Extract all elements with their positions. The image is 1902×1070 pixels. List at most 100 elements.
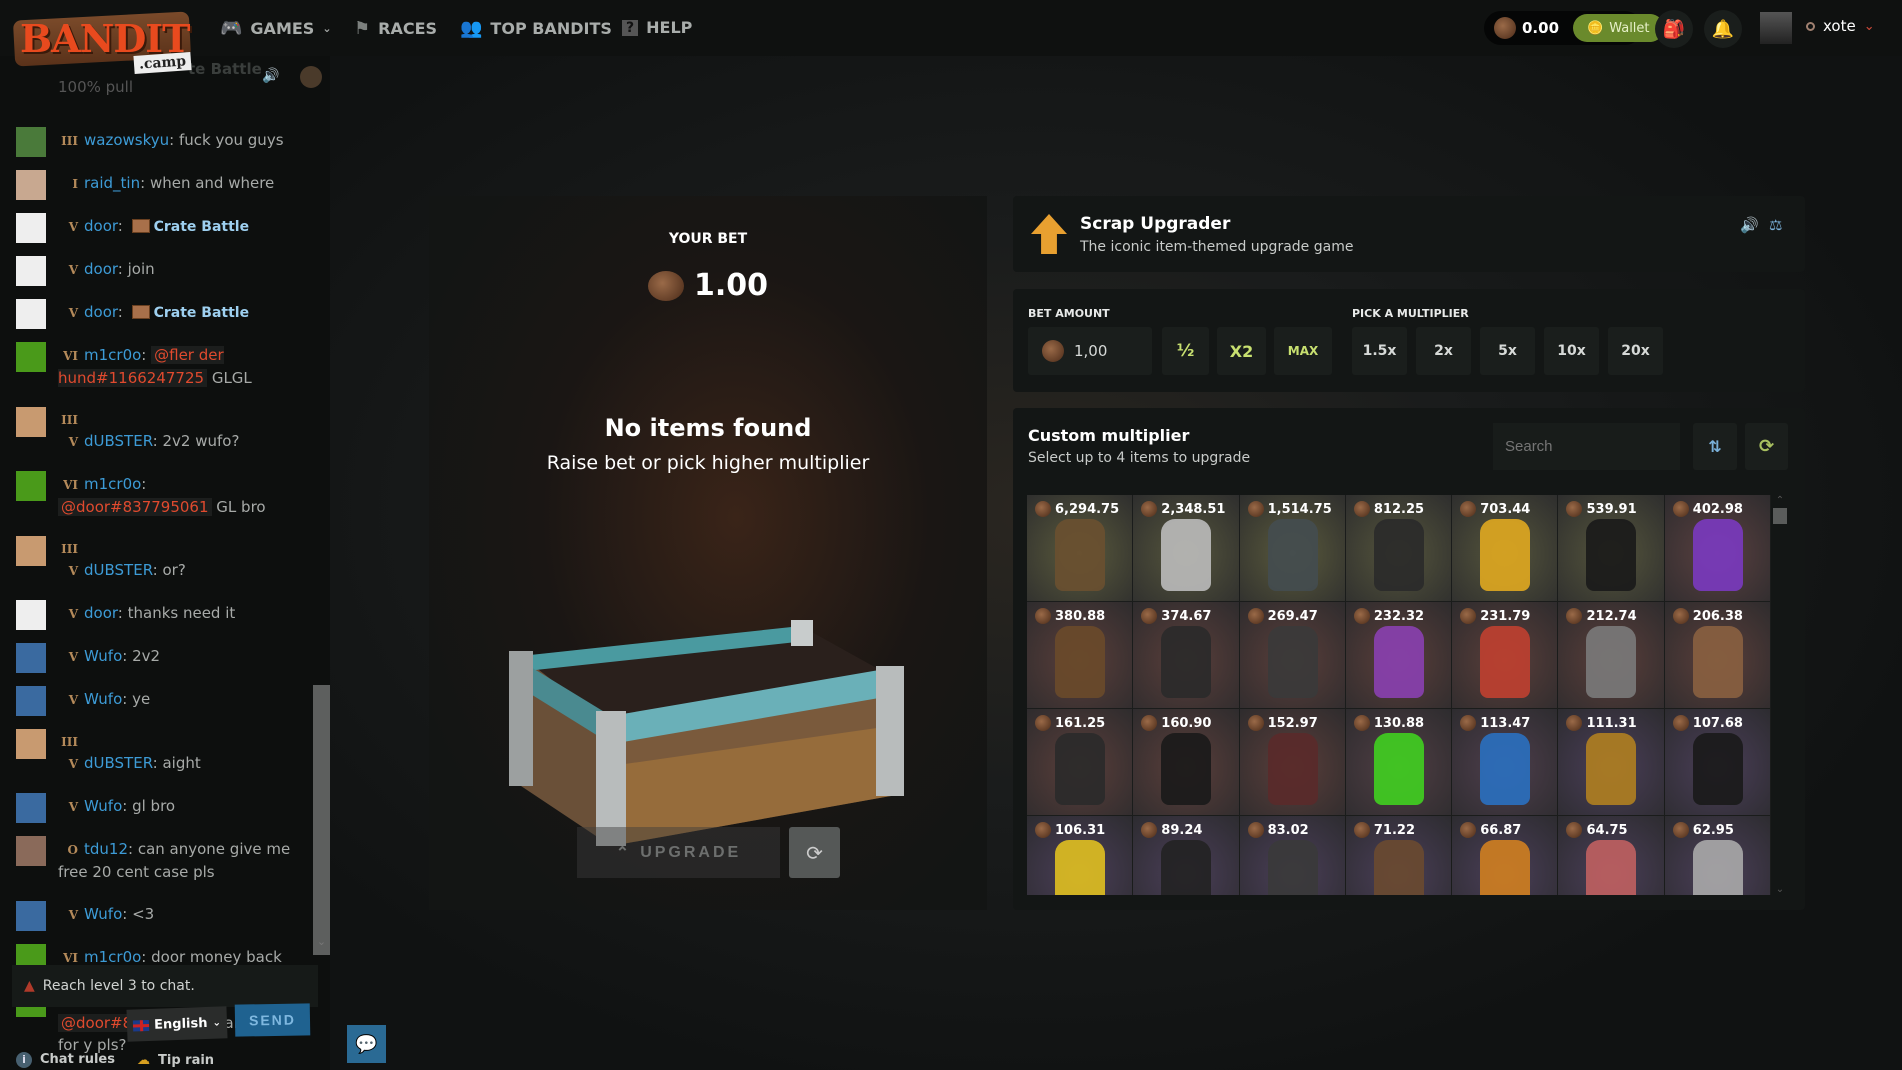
item-tile[interactable]: 206.38 xyxy=(1664,602,1771,708)
item-tile[interactable]: 231.79 xyxy=(1452,602,1558,708)
avatar[interactable] xyxy=(16,256,46,286)
scroll-thumb[interactable] xyxy=(1773,508,1787,524)
nav-help[interactable]: ? HELP xyxy=(622,18,692,37)
chevron-up-icon[interactable]: ⌃ xyxy=(1773,495,1787,506)
username[interactable]: dUBSTER xyxy=(84,432,153,450)
item-tile[interactable]: 71.22 xyxy=(1345,816,1452,895)
wallet-button[interactable]: 🪙 Wallet xyxy=(1573,14,1664,42)
item-tile[interactable]: 66.87 xyxy=(1452,816,1558,895)
username[interactable]: Wufo xyxy=(84,647,122,665)
username[interactable]: m1cr0o xyxy=(84,346,141,364)
sound-icon[interactable]: 🔊 xyxy=(262,68,279,84)
inventory-button[interactable]: 🎒 xyxy=(1655,10,1693,48)
username[interactable]: tdu12 xyxy=(84,840,128,858)
item-tile[interactable]: 113.47 xyxy=(1452,709,1558,815)
item-tile[interactable]: 152.97 xyxy=(1239,709,1345,815)
item-tile[interactable]: 83.02 xyxy=(1239,816,1345,895)
bet-amount-input[interactable]: 1,00 xyxy=(1028,327,1152,375)
username[interactable]: Wufo xyxy=(84,690,122,708)
item-tile[interactable]: 160.90 xyxy=(1133,709,1239,815)
avatar[interactable] xyxy=(1760,12,1792,44)
bandit-camp-logo[interactable]: BANDIT .camp xyxy=(12,10,194,80)
item-tile[interactable]: 212.74 xyxy=(1558,602,1664,708)
item-tile[interactable]: 232.32 xyxy=(1345,602,1452,708)
fairness-scale-icon[interactable]: ⚖ xyxy=(1769,216,1782,234)
username[interactable]: dUBSTER xyxy=(84,561,153,579)
avatar[interactable] xyxy=(16,342,46,372)
avatar[interactable] xyxy=(16,901,46,931)
language-select[interactable]: English ⌄ xyxy=(126,1006,228,1042)
username[interactable]: m1cr0o xyxy=(84,948,141,966)
avatar[interactable] xyxy=(16,407,46,437)
nav-top-bandits[interactable]: 👥 TOP BANDITS xyxy=(460,18,612,39)
nav-races[interactable]: ⚑ RACES xyxy=(354,18,437,39)
item-tile[interactable]: 1,514.75 xyxy=(1239,495,1345,601)
username[interactable]: m1cr0o xyxy=(84,475,141,493)
username[interactable]: Wufo xyxy=(84,797,122,815)
item-tile[interactable]: 130.88 xyxy=(1345,709,1452,815)
item-tile[interactable]: 812.25 xyxy=(1345,495,1452,601)
avatar[interactable] xyxy=(16,536,46,566)
half-bet-button[interactable]: ½ xyxy=(1162,327,1209,375)
chat-scrollbar[interactable] xyxy=(313,685,330,955)
username[interactable]: door xyxy=(84,303,118,321)
tip-rain-link[interactable]: ☁ Tip rain xyxy=(137,1053,214,1068)
avatar[interactable] xyxy=(16,299,46,329)
reset-button[interactable]: ⟳ xyxy=(789,827,840,878)
username[interactable]: door xyxy=(84,260,118,278)
item-grid-scrollbar[interactable]: ⌃ ⌄ xyxy=(1773,495,1787,895)
user-menu[interactable]: xote ⌄ xyxy=(1806,17,1875,35)
username[interactable]: door xyxy=(84,217,118,235)
chat-rules-link[interactable]: i Chat rules xyxy=(16,1052,115,1068)
avatar[interactable] xyxy=(16,686,46,716)
username[interactable]: dUBSTER xyxy=(84,754,153,772)
chevron-down-icon[interactable]: ⌄ xyxy=(313,935,330,955)
avatar[interactable] xyxy=(16,170,46,200)
upgrade-button[interactable]: ⌃ UPGRADE xyxy=(577,827,780,878)
close-icon[interactable] xyxy=(300,66,322,88)
item-tile[interactable]: 106.31 xyxy=(1027,816,1133,895)
item-tile[interactable]: 2,348.51 xyxy=(1133,495,1239,601)
mention[interactable]: @fler der hund#1166247725 xyxy=(58,346,224,387)
avatar[interactable] xyxy=(16,213,46,243)
crate-battle-link[interactable]: Crate Battle xyxy=(154,305,249,321)
avatar[interactable] xyxy=(16,836,46,866)
username[interactable]: wazowskyu xyxy=(84,131,169,149)
multiplier-button[interactable]: 1.5x xyxy=(1352,327,1407,375)
refresh-items-button[interactable]: ⟳ xyxy=(1745,423,1788,470)
mention[interactable]: @door#837795061 xyxy=(58,498,212,516)
item-tile[interactable]: 703.44 xyxy=(1452,495,1558,601)
avatar[interactable] xyxy=(16,643,46,673)
chat-toggle-button[interactable]: 💬 xyxy=(347,1025,386,1063)
username[interactable]: Wufo xyxy=(84,905,122,923)
avatar[interactable] xyxy=(16,127,46,157)
item-search-input[interactable] xyxy=(1493,423,1680,470)
item-tile[interactable]: 374.67 xyxy=(1133,602,1239,708)
item-tile[interactable]: 64.75 xyxy=(1558,816,1664,895)
max-bet-button[interactable]: MAX xyxy=(1274,327,1332,375)
avatar[interactable] xyxy=(16,729,46,759)
item-tile[interactable]: 111.31 xyxy=(1558,709,1664,815)
send-button[interactable]: SEND xyxy=(234,1003,311,1037)
double-bet-button[interactable]: X2 xyxy=(1217,327,1266,375)
avatar[interactable] xyxy=(16,793,46,823)
item-tile[interactable]: 62.95 xyxy=(1664,816,1771,895)
multiplier-button[interactable]: 10x xyxy=(1544,327,1599,375)
item-tile[interactable]: 161.25 xyxy=(1027,709,1133,815)
avatar[interactable] xyxy=(16,600,46,630)
username[interactable]: raid_tin xyxy=(84,174,140,192)
item-tile[interactable]: 89.24 xyxy=(1133,816,1239,895)
item-tile[interactable]: 539.91 xyxy=(1558,495,1664,601)
notifications-button[interactable]: 🔔 xyxy=(1704,10,1742,48)
item-tile[interactable]: 107.68 xyxy=(1664,709,1771,815)
sound-icon[interactable]: 🔊 xyxy=(1740,216,1759,234)
sort-button[interactable]: ⇅ xyxy=(1693,423,1737,470)
item-tile[interactable]: 402.98 xyxy=(1664,495,1771,601)
chevron-down-icon[interactable]: ⌄ xyxy=(1773,884,1787,895)
multiplier-button[interactable]: 2x xyxy=(1416,327,1471,375)
multiplier-button[interactable]: 20x xyxy=(1608,327,1663,375)
multiplier-button[interactable]: 5x xyxy=(1480,327,1535,375)
item-tile[interactable]: 380.88 xyxy=(1027,602,1133,708)
nav-games[interactable]: 🎮 GAMES ⌄ xyxy=(220,18,332,39)
username[interactable]: door xyxy=(84,604,118,622)
